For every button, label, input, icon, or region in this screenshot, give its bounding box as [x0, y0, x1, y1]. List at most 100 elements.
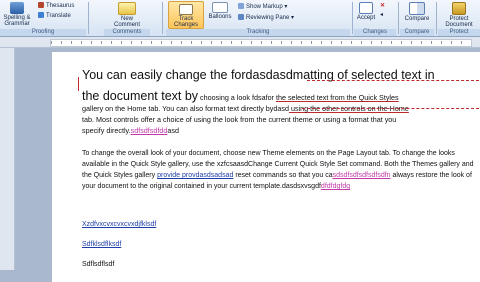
ruler-tick	[301, 41, 302, 44]
ribbon: Spelling & Grammar Thesaurus Translate P…	[0, 0, 480, 37]
group-divider	[88, 2, 89, 34]
grammar-label: Grammar	[4, 21, 30, 27]
previous-icon[interactable]: ◂	[380, 12, 383, 19]
ruler-tick	[151, 41, 152, 44]
ruler-tick	[371, 41, 372, 44]
ruler-tick	[281, 41, 282, 44]
new-comment-button[interactable]: New Comment	[110, 2, 144, 28]
accept-label: Accept	[356, 15, 376, 21]
ruler-tick	[271, 41, 272, 44]
proofing-group: Spelling & Grammar Thesaurus Translate P…	[0, 0, 86, 36]
compare-button[interactable]: Compare	[401, 2, 433, 22]
ruler-tick	[61, 41, 62, 44]
changes-group-label: Changes	[354, 29, 396, 36]
ruler-tick	[401, 41, 402, 44]
group-divider	[398, 2, 399, 34]
ruler-tick	[81, 41, 82, 44]
changes-label: Changes	[173, 22, 199, 28]
group-divider	[352, 2, 353, 34]
group-divider	[436, 2, 437, 34]
horizontal-ruler[interactable]	[0, 37, 480, 48]
accept-icon	[359, 2, 373, 14]
ruler-tick	[251, 41, 252, 44]
ruler-tick	[241, 41, 242, 44]
document-label: Document	[445, 22, 473, 28]
accept-button[interactable]: Accept	[354, 2, 378, 21]
ruler-tick	[321, 41, 322, 44]
ruler-tick	[171, 41, 172, 44]
p1-text: tab. Most controls offer a choice of usi…	[82, 115, 397, 124]
p1-text: specify directly.	[82, 126, 131, 135]
ruler-tick	[361, 41, 362, 44]
p2-text: reset commands so that you ca	[233, 172, 333, 179]
ruler-tick	[431, 41, 432, 44]
thesaurus-button[interactable]: Thesaurus	[38, 2, 74, 10]
ruler-tick	[331, 41, 332, 44]
paragraph-1: You can easily change the fordasdasdmatt…	[82, 65, 477, 136]
ruler-page-area	[50, 39, 472, 47]
p1-text: gallery on the Home tab. You can also fo…	[82, 104, 289, 113]
spelling-grammar-button[interactable]: Spelling & Grammar	[2, 2, 32, 27]
ruler-tick	[421, 41, 422, 44]
p1-text: asd	[167, 126, 179, 135]
ruler-tick	[231, 41, 232, 44]
ruler-tick	[121, 41, 122, 44]
group-divider	[162, 2, 163, 34]
ruler-tick	[131, 41, 132, 44]
ruler-tick	[451, 41, 452, 44]
ruler-tick	[211, 41, 212, 44]
p1-inserted-text: choosing a look fdsafor	[198, 93, 276, 102]
reject-icon[interactable]: ✕	[380, 3, 385, 10]
reviewing-pane-label: Reviewing Pane	[246, 15, 290, 21]
comments-label: Comments	[104, 29, 150, 36]
spelling-icon	[10, 2, 24, 14]
p2-tracked-text: provide provdasdsadsad	[157, 172, 234, 179]
ruler-tick	[391, 41, 392, 44]
show-markup-icon	[238, 3, 244, 9]
protect-document-button[interactable]: Protect Document	[440, 2, 478, 28]
inserted-line-2: Sdfklsdflksdf	[82, 241, 122, 248]
ruler-tick	[91, 41, 92, 44]
inserted-line-1: Xzdfvxcvxcvxcvxdjfklsdf	[82, 221, 157, 228]
reviewing-pane-button[interactable]: Reviewing Pane ▾	[238, 14, 294, 22]
balloons-button[interactable]: Balloons	[206, 2, 234, 20]
tracking-label: Tracking	[166, 29, 350, 36]
translate-icon	[38, 12, 44, 18]
compare-group-label: Compare	[400, 29, 434, 36]
insertion-cursor	[78, 77, 79, 91]
ruler-tick	[261, 41, 262, 44]
compare-icon	[409, 2, 425, 15]
protect-group: Protect Document Protect	[438, 0, 480, 36]
p1-text: the document text by	[82, 89, 199, 103]
ruler-tick	[141, 41, 142, 44]
ruler-tick	[461, 41, 462, 44]
paragraph-2: To change the overall look of your docum…	[82, 148, 477, 192]
p1-inserted-text: sdfsdfsdfdd	[130, 126, 168, 135]
changes-group: Accept ✕ ◂ Changes	[354, 0, 396, 36]
tracking-group: Track Changes Balloons Show Markup ▾ Rev…	[166, 0, 350, 36]
text-line-3: Sdflsdflsdf	[82, 261, 115, 268]
proofing-label: Proofing	[0, 29, 86, 36]
comment-label: Comment	[113, 22, 140, 28]
vertical-ruler[interactable]	[0, 48, 15, 270]
document-page[interactable]: You can easily change the fordasdasdmatt…	[52, 52, 480, 282]
change-balloon-line	[307, 80, 479, 81]
change-balloon-line	[302, 108, 479, 109]
show-markup-button[interactable]: Show Markup ▾	[238, 3, 287, 11]
p2-inserted-text: sdsdfsdfsdfsdfsdfn	[332, 172, 391, 179]
ruler-tick	[341, 41, 342, 44]
balloons-icon	[212, 2, 228, 13]
track-changes-button[interactable]: Track Changes	[168, 1, 204, 29]
compare-label: Compare	[404, 16, 430, 22]
ruler-tick	[101, 41, 102, 44]
ruler-tick	[311, 41, 312, 44]
ruler-tick	[191, 41, 192, 44]
lock-icon	[452, 2, 466, 15]
ruler-tick	[441, 41, 442, 44]
show-markup-label: Show Markup	[246, 4, 283, 10]
ruler-tick	[291, 41, 292, 44]
compare-group: Compare Compare	[400, 0, 434, 36]
thesaurus-label: Thesaurus	[46, 3, 75, 9]
translate-button[interactable]: Translate	[38, 12, 71, 20]
balloons-label: Balloons	[208, 14, 232, 20]
